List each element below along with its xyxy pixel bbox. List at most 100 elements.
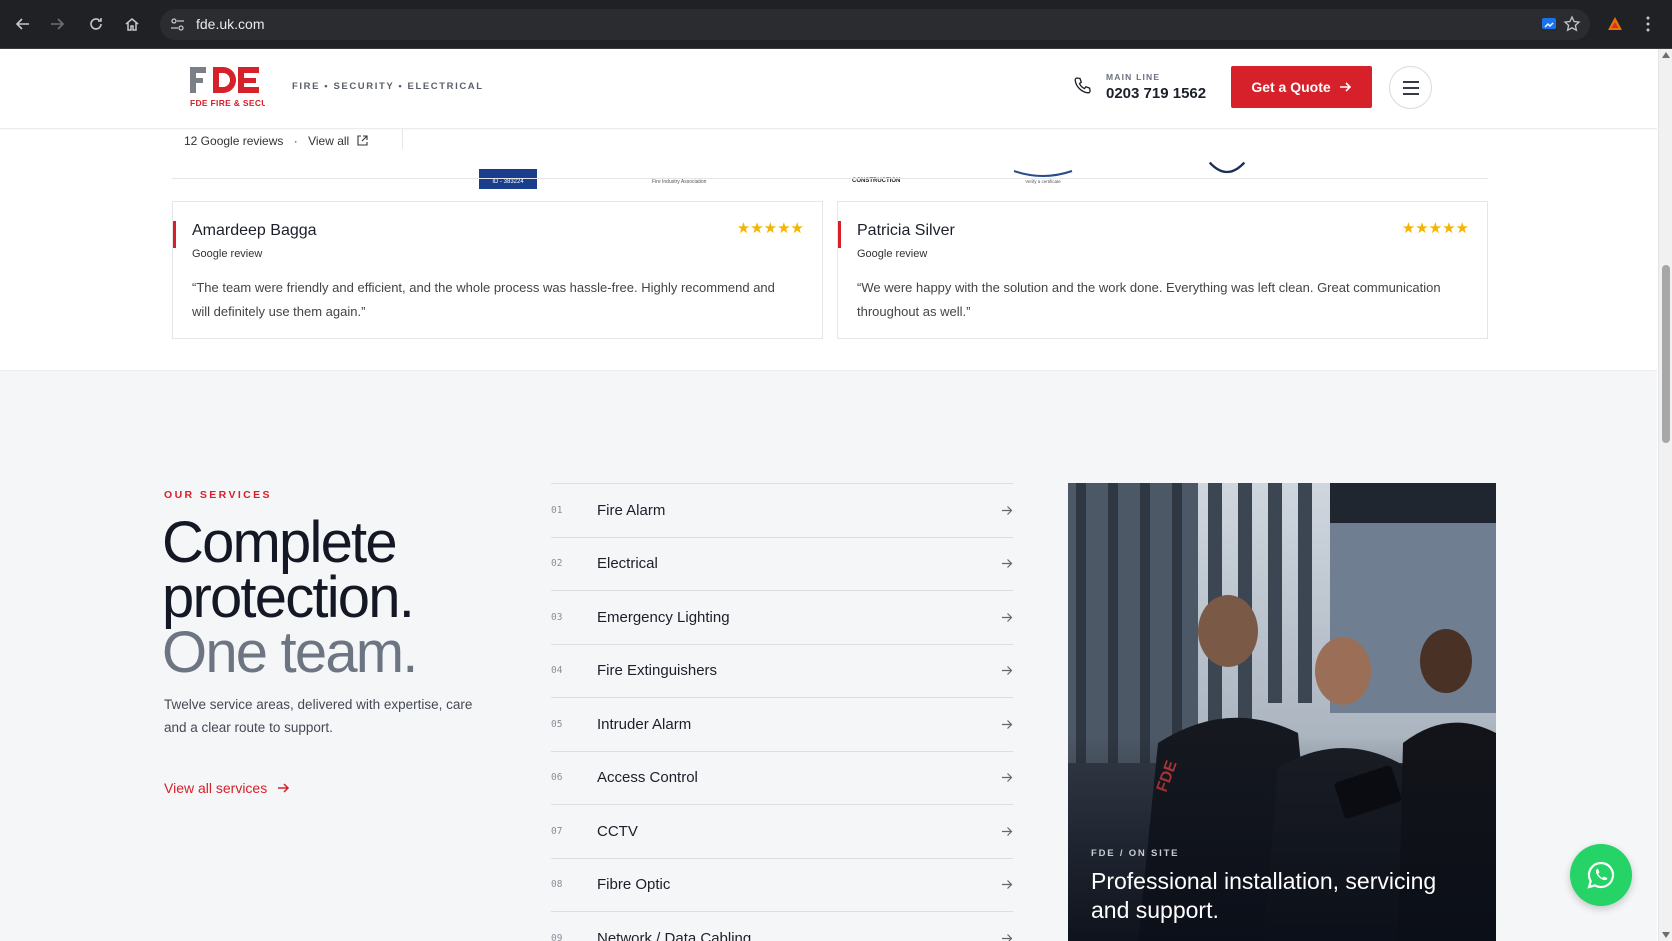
view-all-label: View all (308, 134, 350, 148)
accreditation-logo-seal (1208, 161, 1246, 174)
star-rating: ★★★★★ (1401, 220, 1469, 237)
review-accent-bar (838, 221, 841, 248)
forward-icon[interactable] (44, 11, 70, 37)
service-item-cctv[interactable]: 07 CCTV (551, 804, 1013, 858)
services-headline: Complete protection. One team. (162, 514, 418, 682)
service-label: Intruder Alarm (597, 715, 692, 733)
accreditation-id-text: ID - 383224 (492, 179, 524, 185)
phone-label: MAIN LINE (1106, 72, 1161, 82)
service-number: 07 (551, 825, 563, 837)
arrow-right-icon (1002, 826, 1013, 836)
separator: · (293, 134, 298, 148)
arrow-right-icon (1002, 505, 1013, 515)
external-link-icon (357, 135, 368, 146)
get-a-quote-button[interactable]: Get a Quote (1231, 66, 1372, 108)
whatsapp-icon (1587, 861, 1615, 889)
service-number: 04 (551, 665, 563, 677)
service-item-emergency-lighting[interactable]: 03 Emergency Lighting (551, 590, 1013, 644)
review-source: Google review (857, 248, 928, 260)
service-item-network-data-cabling[interactable]: 09 Network / Data Cabling (551, 911, 1013, 941)
fde-logo[interactable]: FDE FIRE & SECURITY (190, 65, 265, 109)
service-label: Network / Data Cabling (597, 929, 752, 941)
url-text: fde.uk.com (196, 16, 265, 32)
view-all-services-link[interactable]: View all services (164, 780, 290, 796)
arrow-right-icon (1002, 933, 1013, 941)
reload-icon[interactable] (83, 11, 109, 37)
brand-tagline: FIRE • SECURITY • ELECTRICAL (292, 81, 484, 92)
arrow-right-icon (1002, 719, 1013, 729)
service-item-access-control[interactable]: 06 Access Control (551, 750, 1013, 805)
accreditation-logo-construction: CONSTRUCTION (852, 178, 900, 184)
services-section: OUR SERVICES Complete protection. One te… (0, 370, 1657, 941)
services-lead: Twelve service areas, delivered with exp… (164, 697, 473, 735)
accreditation-logo-fia: Fire Industry Association (652, 179, 707, 185)
back-icon[interactable] (10, 11, 36, 37)
service-number: 02 (551, 558, 563, 570)
phone-icon (1074, 77, 1091, 94)
hamburger-icon (1402, 80, 1419, 95)
review-text: “The team were friendly and efficient, a… (192, 280, 775, 319)
service-number: 03 (551, 611, 563, 623)
service-item-intruder-alarm[interactable]: 05 Intruder Alarm (551, 697, 1013, 751)
service-label: Fire Extinguishers (597, 662, 718, 680)
view-all-reviews-link[interactable]: View all (308, 134, 349, 148)
browser-toolbar: fde.uk.com (0, 0, 1672, 49)
get-a-quote-label: Get a Quote (1251, 79, 1331, 95)
accreditation-logo-verify: Verify a certificate (1013, 170, 1073, 184)
photo-eyebrow: FDE / ON SITE (1091, 848, 1180, 859)
accreditation-fia-text: Fire Industry Association (652, 179, 707, 185)
service-item-fire-extinguishers[interactable]: 04 Fire Extinguishers (551, 643, 1013, 698)
team-photo-card: FDE FDE / ON SITE Professional installat… (1068, 483, 1496, 941)
profile-icon[interactable] (1603, 12, 1627, 36)
service-number: 08 (551, 879, 563, 891)
review-count-text: 12 Google reviews (184, 134, 284, 148)
site-settings-icon[interactable] (170, 17, 185, 37)
arrow-right-icon (278, 783, 290, 793)
service-number: 01 (551, 504, 563, 516)
scroll-down-arrow[interactable] (1662, 932, 1670, 938)
star-bookmark-icon[interactable] (1560, 12, 1584, 36)
view-all-services-label: View all services (164, 780, 268, 796)
page-scrollbar[interactable] (1658, 49, 1672, 941)
arrow-right-icon (1002, 559, 1013, 569)
headline-line-3: One team. (162, 620, 418, 685)
address-bar[interactable]: fde.uk.com (160, 9, 1590, 40)
service-label: Access Control (597, 769, 698, 787)
service-label: Fire Alarm (597, 501, 666, 519)
scroll-up-arrow[interactable] (1662, 52, 1670, 58)
service-number: 06 (551, 772, 563, 784)
photo-title: Professional installation, servicing and… (1091, 868, 1437, 923)
accreditation-verify-text: Verify a certificate (1025, 179, 1061, 184)
service-label: Electrical (597, 555, 658, 573)
whatsapp-button[interactable] (1570, 844, 1632, 906)
home-icon[interactable] (119, 11, 145, 37)
reviewer-name: Amardeep Bagga (192, 222, 317, 239)
arrow-right-icon (1002, 880, 1013, 890)
review-accent-bar (173, 221, 176, 248)
arrow-right-icon (1002, 666, 1013, 676)
review-card: Amardeep Bagga Google review ★★★★★ “The … (172, 201, 823, 339)
review-text: “We were happy with the solution and the… (857, 280, 1441, 319)
services-list: 01 Fire Alarm 02 Electrical 03 Emergency… (551, 483, 1013, 941)
kebab-menu-icon[interactable] (1636, 12, 1660, 36)
arrow-right-icon (1339, 82, 1351, 92)
cast-icon[interactable] (1537, 12, 1561, 36)
reviewer-name: Patricia Silver (857, 222, 955, 239)
review-card: Patricia Silver Google review ★★★★★ “We … (837, 201, 1488, 339)
logo-text: FDE FIRE & SECURITY (190, 98, 265, 108)
service-item-fire-alarm[interactable]: 01 Fire Alarm (551, 483, 1013, 537)
section-divider (172, 178, 1488, 179)
service-item-fibre-optic[interactable]: 08 Fibre Optic (551, 857, 1013, 912)
review-source: Google review (192, 248, 263, 260)
service-label: Fibre Optic (597, 876, 671, 894)
section-eyebrow: OUR SERVICES (164, 489, 272, 501)
service-label: CCTV (597, 822, 638, 840)
service-label: Emergency Lighting (597, 608, 730, 626)
service-item-electrical[interactable]: 02 Electrical (551, 536, 1013, 591)
site-header: FDE FIRE & SECURITY FIRE • SECURITY • EL… (0, 49, 1657, 129)
phone-number[interactable]: 0203 719 1562 (1106, 85, 1206, 102)
scrollbar-thumb[interactable] (1662, 265, 1670, 443)
hamburger-menu-button[interactable] (1389, 66, 1432, 109)
service-number: 09 (551, 932, 563, 941)
accreditation-logo-id: ID - 383224 (479, 169, 537, 189)
